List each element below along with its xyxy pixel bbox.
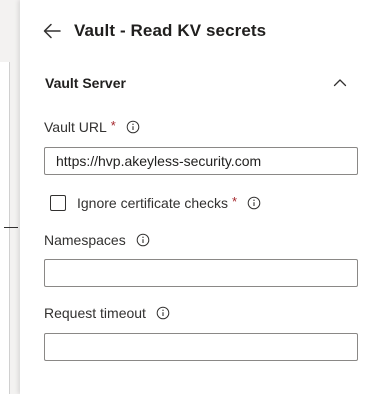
vault-url-label: Vault URL	[44, 119, 107, 135]
background-page	[0, 0, 20, 394]
vault-url-input[interactable]	[44, 147, 358, 175]
background-page-line	[4, 227, 18, 228]
panel-header: Vault - Read KV secrets	[40, 16, 266, 46]
background-page-column	[0, 62, 10, 394]
info-icon[interactable]	[156, 306, 170, 320]
chevron-up-icon[interactable]	[332, 75, 348, 91]
task-config-panel: Vault - Read KV secrets Vault Server Vau…	[20, 0, 368, 394]
namespaces-input[interactable]	[44, 259, 358, 287]
namespaces-label: Namespaces	[44, 232, 126, 248]
ignore-cert-row: Ignore certificate checks *	[50, 193, 261, 213]
panel-title: Vault - Read KV secrets	[74, 21, 267, 40]
namespaces-label-row: Namespaces	[44, 230, 150, 250]
info-icon[interactable]	[247, 196, 261, 210]
section-title: Vault Server	[45, 75, 126, 91]
ignore-cert-checkbox[interactable]	[50, 195, 66, 211]
info-icon[interactable]	[126, 120, 140, 134]
required-marker: *	[110, 117, 116, 133]
request-timeout-label-row: Request timeout	[44, 303, 170, 323]
info-icon[interactable]	[136, 233, 150, 247]
arrow-left-icon	[43, 23, 61, 39]
request-timeout-input[interactable]	[44, 333, 358, 361]
app-root: Vault - Read KV secrets Vault Server Vau…	[0, 0, 368, 394]
required-marker: *	[231, 193, 238, 209]
section-vault-server-header[interactable]: Vault Server	[45, 70, 348, 96]
ignore-cert-label[interactable]: Ignore certificate checks	[77, 195, 228, 211]
back-button[interactable]	[40, 19, 64, 43]
request-timeout-label: Request timeout	[44, 305, 146, 321]
vault-url-label-row: Vault URL *	[44, 117, 140, 137]
